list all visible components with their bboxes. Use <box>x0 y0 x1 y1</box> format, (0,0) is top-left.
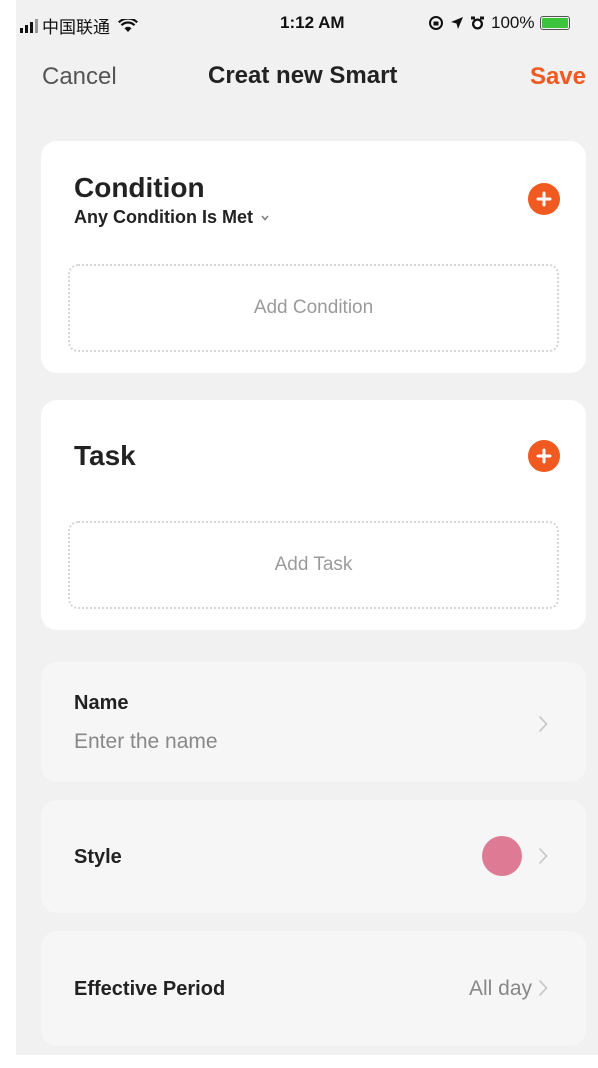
add-condition-button[interactable] <box>528 183 560 215</box>
chevron-right-icon <box>538 715 548 733</box>
nav-bar: Cancel Creat new Smart Save <box>16 58 598 98</box>
battery-fill <box>542 18 569 28</box>
cancel-button[interactable]: Cancel <box>42 63 117 91</box>
name-label: Name <box>74 692 129 714</box>
screen: 中国联通 1:12 AM 100% Cancel Creat new Smart… <box>16 0 598 1055</box>
status-right: 100% <box>428 13 571 33</box>
task-card: Task Add Task <box>41 400 586 630</box>
add-condition-area[interactable]: Add Condition <box>68 264 559 352</box>
location-icon <box>451 17 463 29</box>
task-title: Task <box>74 440 136 471</box>
battery-percent: 100% <box>491 13 535 32</box>
status-time: 1:12 AM <box>280 13 345 32</box>
chevron-right-icon <box>538 979 548 997</box>
plus-icon <box>536 191 552 207</box>
add-task-area[interactable]: Add Task <box>68 521 559 609</box>
chevron-right-icon <box>538 847 548 865</box>
status-left: 中国联通 <box>20 13 138 38</box>
effective-period-row[interactable]: Effective Period All day <box>41 931 586 1046</box>
carrier-label: 中国联通 <box>42 18 110 37</box>
style-label: Style <box>74 846 122 868</box>
style-color-swatch[interactable] <box>482 836 522 876</box>
battery-icon <box>540 16 571 30</box>
style-row[interactable]: Style <box>41 800 586 913</box>
condition-mode-label: Any Condition Is Met <box>74 207 253 227</box>
page-title: Creat new Smart <box>208 62 398 89</box>
chevron-down-icon <box>261 215 269 221</box>
name-placeholder: Enter the name <box>74 730 218 753</box>
add-task-button[interactable] <box>528 440 560 472</box>
alarm-icon <box>471 16 484 29</box>
status-bar: 中国联通 1:12 AM 100% <box>16 0 598 46</box>
signal-icon <box>20 18 38 33</box>
condition-title: Condition <box>74 172 205 203</box>
condition-card: Condition Any Condition Is Met Add Condi… <box>41 141 586 373</box>
condition-mode-dropdown[interactable]: Any Condition Is Met <box>74 207 269 228</box>
orientation-lock-icon <box>429 16 443 30</box>
wifi-icon <box>118 18 138 32</box>
plus-icon <box>536 448 552 464</box>
name-row[interactable]: Name Enter the name <box>41 662 586 782</box>
effective-period-value: All day <box>468 977 532 1000</box>
effective-period-label: Effective Period <box>74 978 226 1000</box>
save-button[interactable]: Save <box>530 63 586 91</box>
